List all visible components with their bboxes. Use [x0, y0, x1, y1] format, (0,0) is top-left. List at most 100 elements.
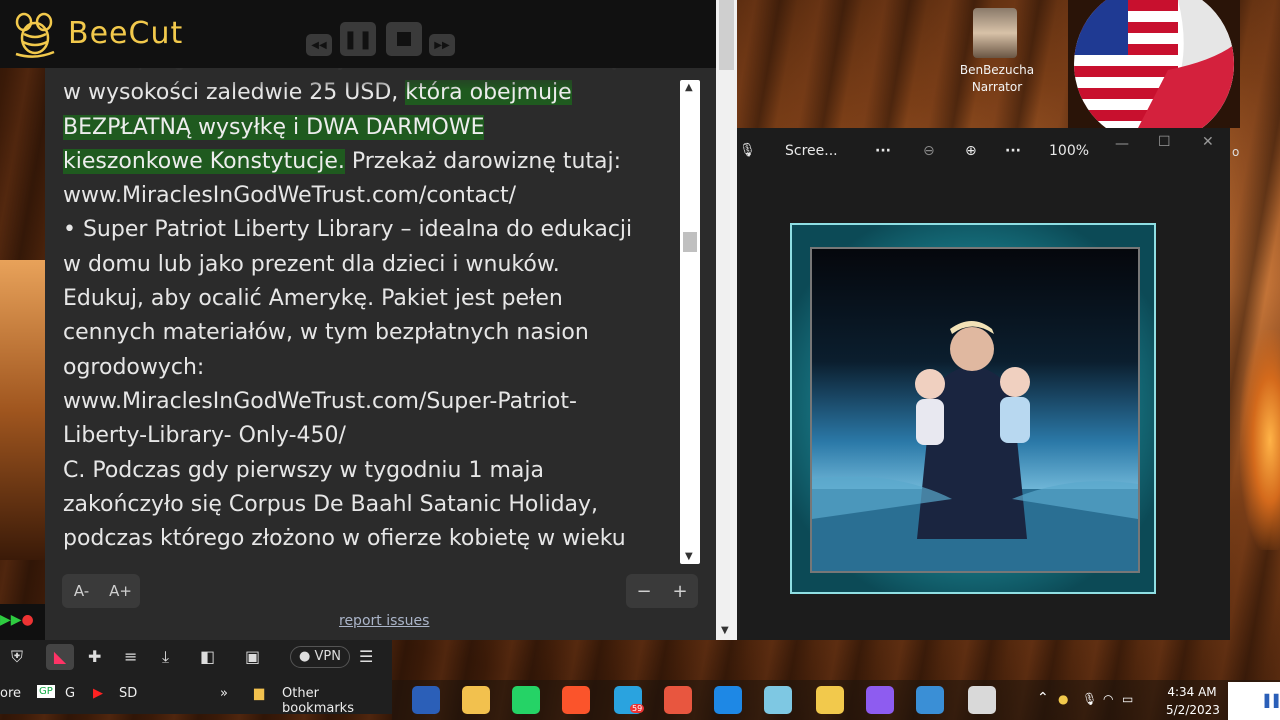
tray-app-icon[interactable]: ●	[1058, 692, 1068, 706]
viewer-more-button[interactable]: ···	[875, 143, 891, 159]
telegram-badge: 59	[630, 704, 645, 713]
scroll-down-icon[interactable]: ▼	[685, 551, 693, 562]
rewind-button[interactable]: ◀◀	[306, 34, 332, 56]
reader-line: cennych materiałów, w tym bezpłatnych na…	[63, 316, 683, 350]
pause-button[interactable]: ❚❚	[340, 22, 376, 56]
reader-line-text: zakończyło się Corpus De Baahl Satanic H…	[63, 491, 599, 517]
report-issues-link[interactable]: report issues	[339, 613, 429, 629]
reader-highlight: kieszonkowe Konstytucje.	[63, 148, 345, 174]
window-scroll-down-icon[interactable]: ▼	[721, 625, 729, 636]
reader-line-text: podczas którego złożono w ofierze kobiet…	[63, 526, 626, 552]
wifi-icon[interactable]: ◠	[1103, 692, 1113, 706]
font-size-control: A- A+	[62, 574, 140, 608]
photos-icon[interactable]	[916, 686, 944, 714]
file-explorer-icon[interactable]	[462, 686, 490, 714]
media-tool-icon[interactable]	[664, 686, 692, 714]
youtube-icon: ▶	[93, 686, 103, 701]
brave-rewards-icon[interactable]: ◣	[46, 644, 74, 670]
photo-viewer-window: 🎙 Scree... ··· ⊖ ⊕ ··· 100% — ☐ ✕	[737, 128, 1230, 640]
narrator-avatar[interactable]	[973, 8, 1017, 58]
word-icon[interactable]	[412, 686, 440, 714]
reader-line: www.MiraclesInGodWeTrust.com/contact/	[63, 179, 683, 213]
stop-button[interactable]	[386, 22, 422, 56]
reader-line-text: www.MiraclesInGodWeTrust.com/contact/	[63, 183, 517, 209]
brave-shield-icon[interactable]: ⛨	[11, 647, 23, 667]
scroll-thumb[interactable]	[683, 232, 697, 252]
notification-icon: ▐▐	[1260, 694, 1279, 708]
reader-line-text: ogrodowych:	[63, 354, 205, 380]
window-scroll-thumb[interactable]	[719, 0, 734, 70]
reader-text-area[interactable]: DVD z programem Liberty Education za dar…	[63, 68, 683, 560]
close-button[interactable]: ✕	[1202, 134, 1214, 150]
font-decrease-button[interactable]: A-	[62, 582, 101, 600]
tray-overflow-icon[interactable]: ⌃	[1037, 690, 1049, 706]
movies-icon[interactable]	[714, 686, 742, 714]
viewer-image-inner	[810, 247, 1140, 573]
narrator-role: Narrator	[971, 80, 1023, 94]
microphone-icon[interactable]: 🎙	[1082, 692, 1097, 706]
narrator-label: BenBezucha Narrator	[952, 62, 1042, 96]
stop-icon	[397, 32, 411, 46]
taskbar: 59	[392, 680, 1280, 720]
sidebar-icon[interactable]: ◧	[200, 647, 215, 666]
notification-area[interactable]: ▐▐	[1228, 682, 1280, 720]
edge-tool-icon[interactable]	[764, 686, 792, 714]
desktop-window-light	[0, 260, 45, 560]
clock[interactable]: 4:34 AM 5/2/2023	[1166, 685, 1220, 717]
reader-line: BEZPŁATNĄ wysyłkę i DWA DARMOWE	[63, 111, 683, 145]
vpn-label: VPN	[314, 649, 341, 664]
reader-line-text: Przekaż darowiznę tutaj:	[344, 148, 622, 174]
whatsapp-icon[interactable]	[512, 686, 540, 714]
fast-forward-icon: ▶▶	[434, 39, 450, 51]
bookmark-item[interactable]: ore	[0, 686, 21, 701]
bookmarks-bar: ore GP G ▶ SD » ▆ Other bookmarks	[0, 674, 392, 716]
viewer-more-button-2[interactable]: ···	[1005, 143, 1021, 159]
pause-icon: ❚❚	[342, 28, 374, 50]
zoom-in-button[interactable]: +	[662, 581, 698, 602]
other-bookmarks[interactable]: Other bookmarks	[282, 686, 392, 716]
clock-date: 5/2/2023	[1166, 703, 1220, 717]
reader-line-text: • Super Patriot Liberty Library – idealn…	[63, 217, 633, 243]
reader-line: www.MiraclesInGodWeTrust.com/Super-Patri…	[63, 385, 683, 419]
folder-icon: ▆	[254, 686, 264, 701]
font-increase-button[interactable]: A+	[101, 582, 140, 600]
fast-forward-button[interactable]: ▶▶	[429, 34, 455, 56]
reader-line-text: cennych materiałów, w tym bezpłatnych na…	[63, 320, 589, 346]
reader-scrollbar[interactable]: ▲ ▼	[680, 80, 700, 564]
gp-favicon-icon: GP	[37, 685, 55, 698]
wallet-icon[interactable]: ▣	[245, 647, 260, 666]
viewer-image	[790, 223, 1156, 594]
reader-line: w domu lub jako prezent dla dzieci i wnu…	[63, 248, 683, 282]
folder-purple-icon[interactable]	[866, 686, 894, 714]
download-icon[interactable]: ⤓	[162, 647, 169, 667]
zoom-out-icon[interactable]: ⊖	[923, 143, 935, 159]
viewer-zoom-level: 100%	[1049, 143, 1090, 159]
vpn-button[interactable]: ● VPN	[290, 646, 350, 668]
viewer-title: Scree...	[785, 143, 838, 159]
maximize-button[interactable]: ☐	[1158, 134, 1171, 150]
reader-highlight: BEZPŁATNĄ wysyłkę i DWA DARMOWE	[63, 114, 485, 140]
viewer-app-icon: 🎙	[739, 143, 756, 158]
scroll-up-icon[interactable]: ▲	[685, 82, 693, 93]
viewer-titlebar: 🎙 Scree... ··· ⊖ ⊕ ··· 100% — ☐ ✕	[737, 128, 1230, 174]
side-app-icons[interactable]: ▶▶●	[0, 612, 34, 628]
reader-line: podczas którego złożono w ofierze kobiet…	[63, 522, 683, 556]
us-poland-flag-icon	[1074, 0, 1234, 128]
window-scrollbar[interactable]: ▼	[716, 0, 737, 640]
extensions-icon[interactable]: ✚	[88, 647, 101, 666]
reader-line: Edukuj, aby ocalić Amerykę. Pakiet jest …	[63, 282, 683, 316]
rewind-icon: ◀◀	[311, 39, 327, 51]
display-icon[interactable]: ▭	[1122, 692, 1133, 706]
settings-icon[interactable]	[968, 686, 996, 714]
menu-icon[interactable]: ☰	[359, 647, 373, 666]
zoom-out-button[interactable]: −	[626, 581, 662, 602]
bookmark-item[interactable]: SD	[119, 686, 137, 701]
beecut-icon[interactable]	[816, 686, 844, 714]
bookmark-item[interactable]: G	[65, 686, 75, 701]
brave-icon[interactable]	[562, 686, 590, 714]
playlist-icon[interactable]: ≡	[124, 647, 137, 666]
bookmarks-overflow[interactable]: »	[220, 686, 228, 701]
minimize-button[interactable]: —	[1115, 136, 1129, 152]
flag-picture	[1068, 0, 1240, 128]
zoom-in-icon[interactable]: ⊕	[965, 143, 977, 159]
